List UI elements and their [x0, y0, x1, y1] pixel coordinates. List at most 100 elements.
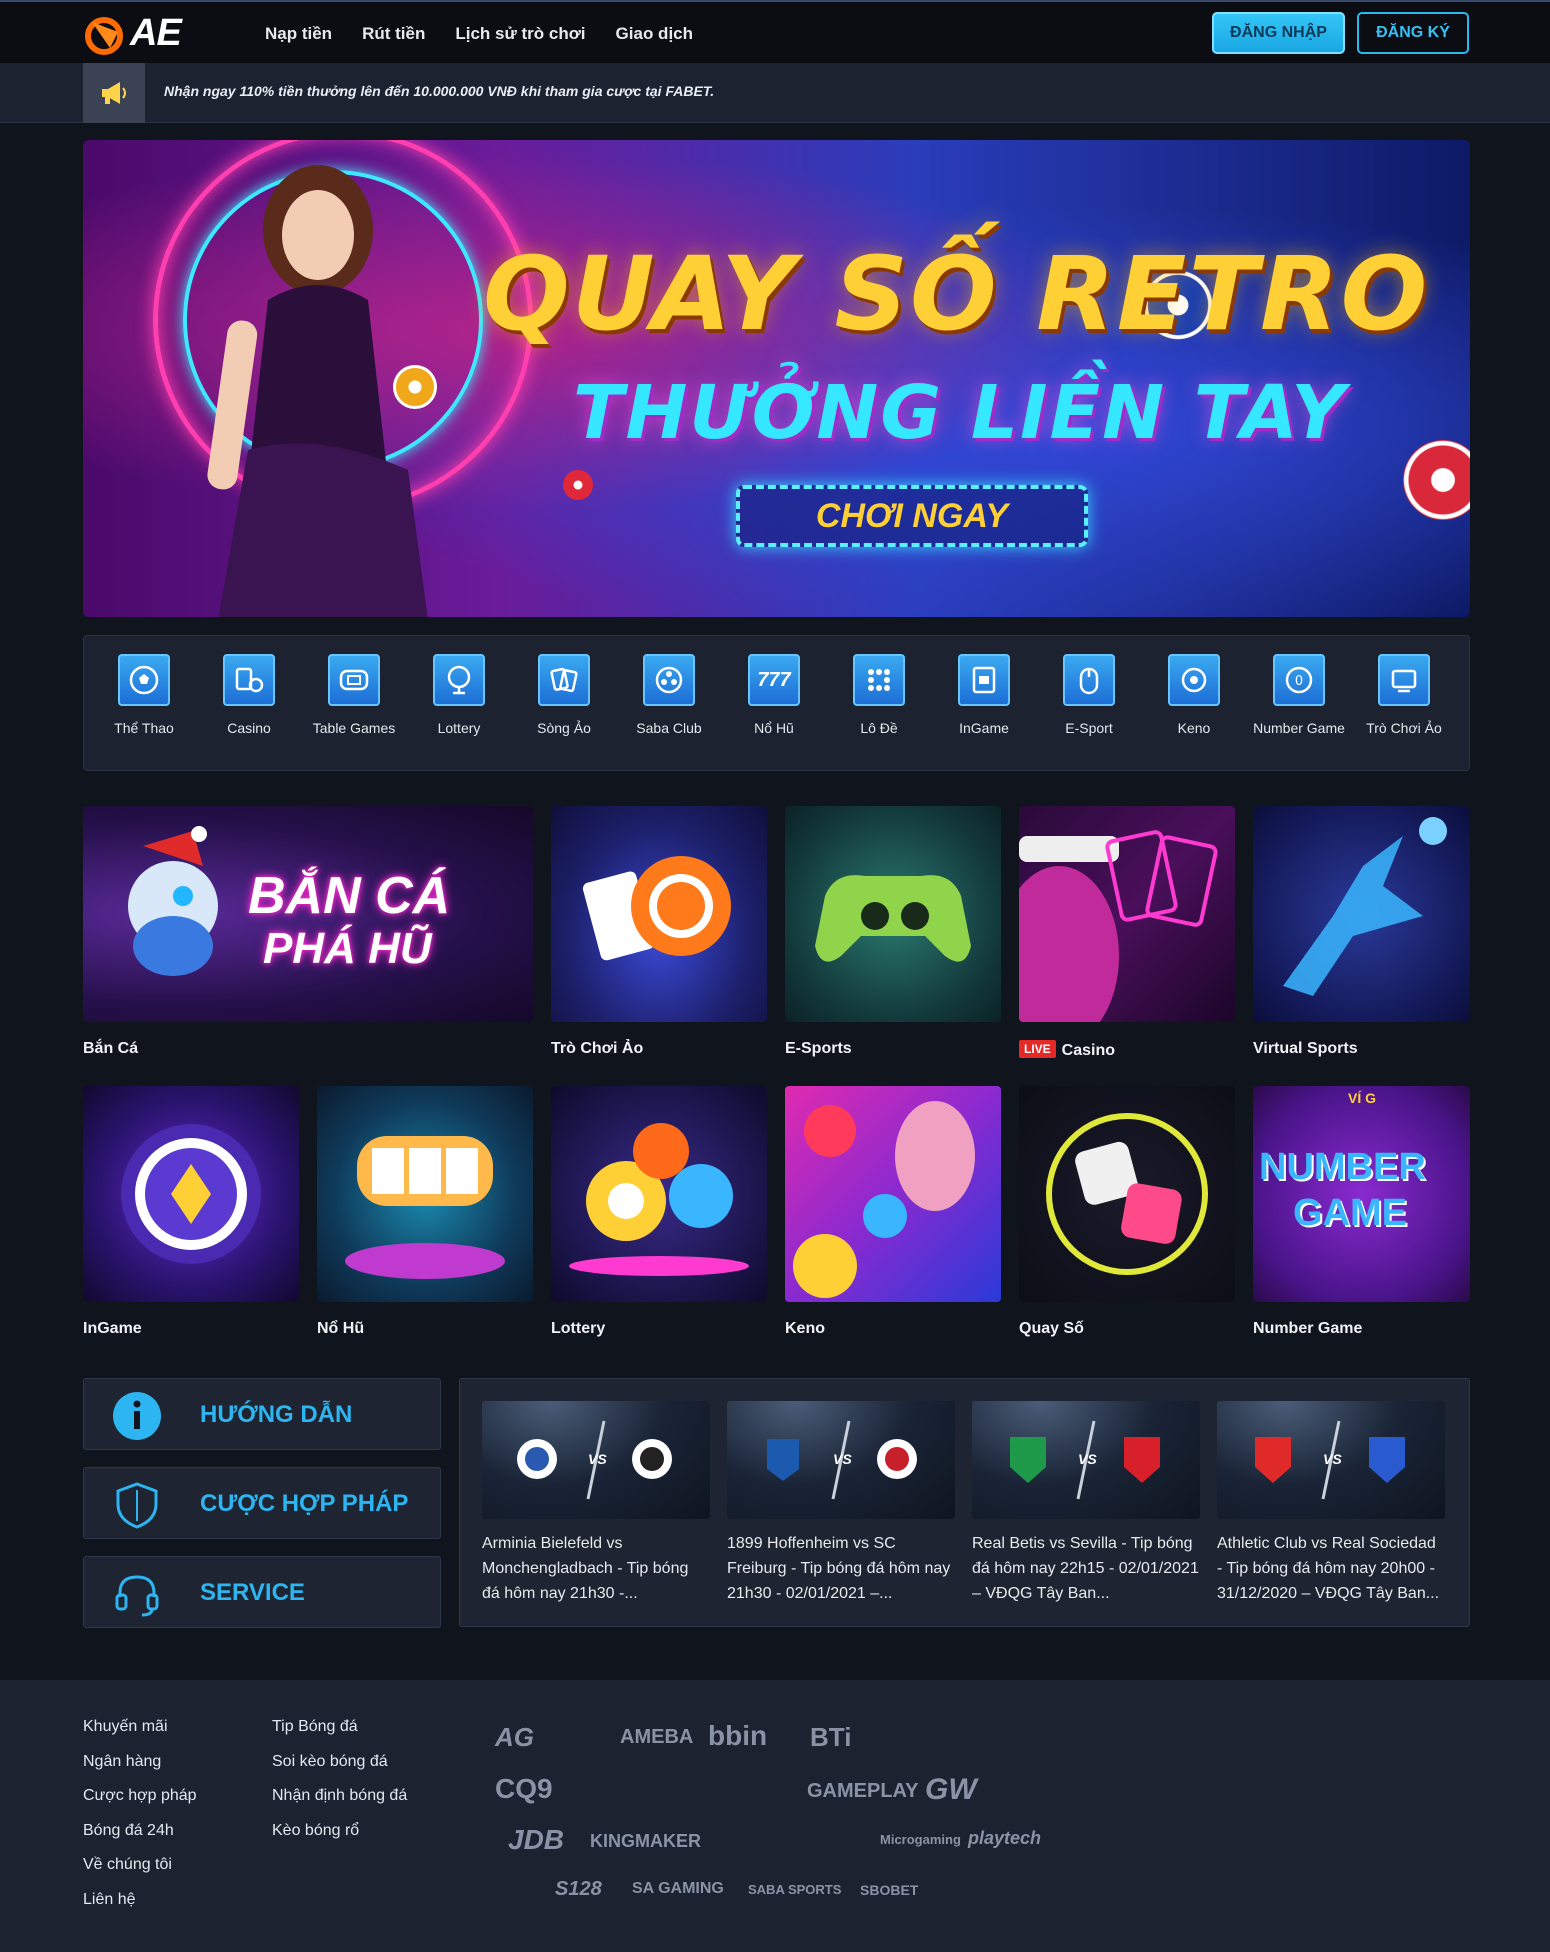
tile-art-top: VÍ G [1348, 1090, 1377, 1106]
billiard-balls-illustration [569, 1123, 749, 1276]
table-icon [328, 654, 380, 706]
nav-withdraw[interactable]: Rút tiền [362, 24, 425, 44]
cards-chip-icon [223, 654, 275, 706]
category-tro-choi-ao[interactable]: Trò Chơi Ảo [1354, 654, 1454, 737]
guide-label: HƯỚNG DẪN [200, 1401, 353, 1428]
tile-ban-ca[interactable]: BẮN CÁ PHÁ HŨ [83, 806, 533, 1022]
category-table-games[interactable]: Table Games [304, 654, 404, 737]
label-quay-so: Quay Số [1019, 1320, 1084, 1337]
hero-subtitle: THƯỞNG LIỀN TAY [573, 370, 1347, 456]
main-nav: Nạp tiền Rút tiền Lịch sử trò chơi Giao … [265, 2, 693, 65]
chip-decoration [393, 365, 437, 409]
label-tro-choi-ao: Trò Chơi Ảo [551, 1040, 644, 1057]
match-thumbnail: VS [482, 1401, 710, 1519]
footer-link-football-24h[interactable]: Bóng đá 24h [83, 1822, 174, 1840]
category-ingame[interactable]: InGame [934, 654, 1034, 737]
tile-no-hu[interactable] [317, 1086, 533, 1302]
news-card[interactable]: VS Arminia Bielefeld vs Monchengladbach … [482, 1401, 710, 1606]
hero-banner[interactable]: QUAY SỐ RETRO THƯỞNG LIỀN TAY CHƠI NGAY [83, 140, 1470, 617]
partner-logo-saba-sports: SABA SPORTS [748, 1882, 842, 1897]
vs-label: VS [1323, 1451, 1342, 1467]
category-number-game[interactable]: 0 Number Game [1249, 654, 1349, 737]
footer-link-legal[interactable]: Cược hợp pháp [83, 1787, 197, 1805]
nav-deposit[interactable]: Nạp tiền [265, 24, 332, 44]
partner-logo-sbobet: SBOBET [860, 1882, 919, 1898]
label-no-hu: Nổ Hũ [317, 1320, 365, 1337]
label-keno: Keno [785, 1320, 825, 1337]
tile-live-casino[interactable] [1019, 806, 1235, 1022]
category-no-hu[interactable]: 777 Nổ Hũ [724, 654, 824, 737]
footer-link-odds-analysis[interactable]: Soi kèo bóng đá [272, 1753, 388, 1771]
service-label: SERVICE [200, 1579, 305, 1606]
chip-decoration [1403, 440, 1470, 520]
footer-link-basketball-odds[interactable]: Kèo bóng rổ [272, 1822, 359, 1840]
label-ban-ca: Bắn Cá [83, 1040, 139, 1057]
label-number-game: Number Game [1253, 1320, 1363, 1337]
announcement-text: Nhận ngay 110% tiền thưởng lên đến 10.00… [164, 83, 715, 99]
news-card[interactable]: VS 1899 Hoffenheim vs SC Freiburg - Tip … [727, 1401, 955, 1606]
news-panel: VS Arminia Bielefeld vs Monchengladbach … [459, 1378, 1470, 1627]
tile-art-line1: BẮN CÁ [248, 867, 451, 925]
tile-number-game[interactable]: VÍ G NUMBER GAME [1253, 1086, 1470, 1302]
tile-lottery[interactable] [551, 1086, 767, 1302]
slot-777-icon: 777 [748, 654, 800, 706]
label-lottery: Lottery [551, 1320, 606, 1337]
category-lo-de[interactable]: Lô Đề [829, 654, 929, 737]
player-kick-illustration [1283, 817, 1447, 996]
footer-link-predictions[interactable]: Nhận định bóng đá [272, 1787, 407, 1805]
news-card[interactable]: VS Real Betis vs Sevilla - Tip bóng đá h… [972, 1401, 1200, 1606]
tile-ingame[interactable] [83, 1086, 299, 1302]
partner-logo-sa-gaming: SA GAMING [632, 1880, 724, 1897]
legal-betting-box[interactable]: CƯỢC HỢP PHÁP [83, 1467, 441, 1539]
tile-e-sports[interactable] [785, 806, 1001, 1022]
vs-label: VS [1078, 1451, 1097, 1467]
category-saba-club[interactable]: Saba Club [619, 654, 719, 737]
tile-virtual-sports[interactable] [1253, 806, 1470, 1022]
tile-tro-choi-ao[interactable] [551, 806, 767, 1022]
announcement-bar: Nhận ngay 110% tiền thưởng lên đến 10.00… [0, 63, 1550, 123]
tile-art-line2: PHÁ HŨ [263, 924, 432, 973]
footer-link-promotions[interactable]: Khuyến mãi [83, 1718, 168, 1736]
keno-icon [1168, 654, 1220, 706]
robot-fish-illustration [128, 826, 218, 976]
category-the-thao[interactable]: Thể Thao [94, 654, 194, 737]
partner-logo-bti: BTi [810, 1722, 852, 1752]
tile-art-line2: GAME [1293, 1192, 1407, 1234]
logo-text: AE [130, 12, 182, 54]
category-lottery[interactable]: Lottery [409, 654, 509, 737]
tile-art-line1: NUMBER [1259, 1146, 1426, 1188]
news-card[interactable]: VS Athletic Club vs Real Sociedad - Tip … [1217, 1401, 1445, 1606]
category-song-ao[interactable]: Sòng Ảo [514, 654, 614, 737]
partner-logo-s128: S128 [555, 1878, 602, 1900]
register-button[interactable]: ĐĂNG KÝ [1357, 12, 1469, 54]
service-box[interactable]: SERVICE [83, 1556, 441, 1628]
poker-chip-cards-illustration [582, 856, 731, 961]
play-now-button[interactable]: CHƠI NGAY [736, 485, 1088, 547]
category-e-sport[interactable]: E-Sport [1039, 654, 1139, 737]
guide-box[interactable]: HƯỚNG DẪN [83, 1378, 441, 1450]
saba-club-icon [643, 654, 695, 706]
news-title: Arminia Bielefeld vs Monchengladbach - T… [482, 1535, 689, 1602]
category-casino[interactable]: Casino [199, 654, 299, 737]
partner-logo-kingmaker: KINGMAKER [590, 1831, 701, 1851]
footer-link-banks[interactable]: Ngân hàng [83, 1753, 161, 1771]
label-e-sports: E-Sports [785, 1040, 852, 1057]
footer-link-contact[interactable]: Liên hệ [83, 1891, 136, 1909]
slot-machine-illustration [345, 1136, 505, 1279]
news-title: 1899 Hoffenheim vs SC Freiburg - Tip bón… [727, 1535, 951, 1602]
footer-link-about[interactable]: Về chúng tôi [83, 1856, 172, 1874]
mouse-icon [1063, 654, 1115, 706]
partner-logo-gameplay: GAMEPLAY [807, 1780, 919, 1802]
tile-quay-so[interactable] [1019, 1086, 1235, 1302]
footer-link-football-tips[interactable]: Tip Bóng đá [272, 1718, 358, 1736]
lottery-wheel-icon [433, 654, 485, 706]
info-icon [112, 1391, 162, 1441]
nav-game-history[interactable]: Lịch sử trò chơi [455, 24, 585, 44]
tile-keno[interactable] [785, 1086, 1001, 1302]
ingame-icon [958, 654, 1010, 706]
login-button[interactable]: ĐĂNG NHẬP [1212, 12, 1345, 54]
partner-logo-cq9: CQ9 [495, 1773, 553, 1804]
nav-transactions[interactable]: Giao dịch [616, 24, 693, 44]
category-keno[interactable]: Keno [1144, 654, 1244, 737]
keno-balls-illustration [793, 1101, 975, 1298]
